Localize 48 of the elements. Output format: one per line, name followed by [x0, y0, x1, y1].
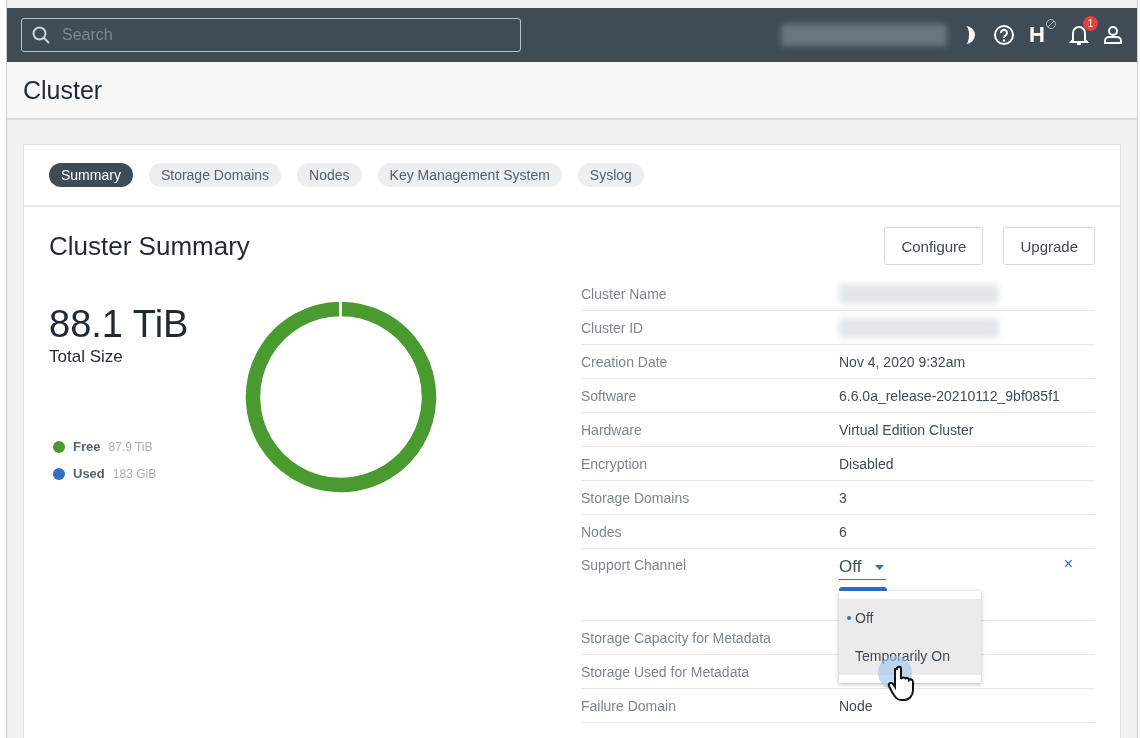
- close-button[interactable]: ×: [1063, 555, 1073, 573]
- detail-label: Creation Date: [581, 353, 669, 370]
- notification-count: 1: [1083, 16, 1098, 31]
- detail-value: Virtual Edition Cluster: [839, 421, 974, 438]
- tab[interactable]: Nodes: [297, 163, 362, 187]
- detail-label: Hardware: [581, 421, 643, 438]
- search-icon: [32, 26, 50, 44]
- detail-label: Nodes: [581, 523, 623, 540]
- detail-value: Node: [839, 697, 873, 714]
- detail-label: Storage Capacity for Metadata: [581, 629, 772, 646]
- tab[interactable]: Storage Domains: [148, 163, 282, 187]
- total-size-label: Total Size: [49, 347, 124, 367]
- tab[interactable]: Summary: [49, 163, 133, 187]
- help-icon[interactable]: [993, 24, 1016, 46]
- legend-label: Used: [73, 466, 105, 481]
- disabled-icon: [1045, 18, 1057, 30]
- detail-value: 6: [839, 523, 847, 540]
- detail-label: Storage Domains: [581, 489, 691, 506]
- dropdown-option[interactable]: Off: [839, 599, 981, 637]
- search-input[interactable]: Search: [60, 25, 510, 45]
- total-size-value: 88.1 TiB: [49, 305, 190, 343]
- detail-label: Encryption: [581, 455, 649, 472]
- support-channel-select[interactable]: Off: [839, 557, 887, 580]
- detail-label: Failure Domain: [581, 697, 677, 714]
- detail-label: Cluster Name: [581, 285, 668, 302]
- detail-value: Nov 4, 2020 9:32am: [839, 353, 966, 370]
- detail-value: Disabled: [839, 455, 894, 472]
- tab[interactable]: Syslog: [577, 163, 644, 187]
- detail-label: Cluster ID: [581, 319, 645, 336]
- tab[interactable]: Key Management System: [377, 163, 562, 187]
- dropdown-option[interactable]: Temporarily On: [839, 637, 981, 675]
- user-icon[interactable]: [1103, 25, 1123, 45]
- caret-icon: [875, 564, 885, 570]
- action-button[interactable]: Configure: [884, 227, 984, 265]
- detail-label: Support Channel: [581, 557, 688, 573]
- detail-value: 3: [839, 489, 847, 506]
- legend-label: Free: [73, 439, 101, 454]
- notifications-button[interactable]: [1069, 24, 1089, 46]
- detail-value: 6.6.0a_release-20210112_9bf085f1: [839, 387, 1060, 404]
- legend-value: 87.9 TiB: [108, 439, 153, 454]
- action-button[interactable]: Upgrade: [1003, 227, 1095, 265]
- search-bar[interactable]: Search: [21, 18, 521, 52]
- detail-label: Software: [581, 387, 638, 404]
- page-title: Cluster: [23, 75, 103, 105]
- section-title: Cluster Summary: [49, 230, 250, 262]
- legend-value: 183 GiB: [112, 466, 157, 481]
- detail-label: Storage Used for Metadata: [581, 663, 751, 680]
- health-status-button[interactable]: H: [1029, 22, 1055, 48]
